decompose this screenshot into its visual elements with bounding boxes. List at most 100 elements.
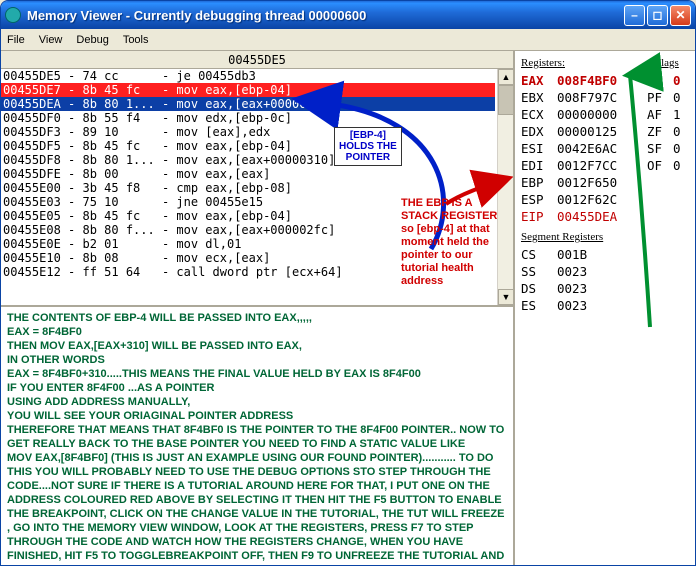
- segment-value: 0023: [557, 280, 647, 297]
- scroll-down-icon[interactable]: ▼: [498, 289, 513, 305]
- register-row: ECX00000000AF1: [521, 106, 695, 123]
- segment-value: 0023: [557, 297, 647, 314]
- register-name: EDI: [521, 157, 557, 174]
- disasm-row[interactable]: 00455DFE - 8b 00 - mov eax,[eax]: [1, 167, 495, 181]
- register-value: 00000000: [557, 106, 647, 123]
- flag-value: 0: [673, 89, 685, 106]
- scroll-thumb[interactable]: [498, 85, 513, 115]
- register-name: EAX: [521, 72, 557, 89]
- register-name: ESP: [521, 191, 557, 208]
- flag-value: 0: [673, 140, 685, 157]
- register-name: EBP: [521, 174, 557, 191]
- flags-header: Flags: [655, 55, 695, 72]
- flag-value: [673, 208, 685, 225]
- disasm-row[interactable]: 00455DEA - 8b 80 1... - mov eax,[eax+000…: [1, 97, 495, 111]
- note-line: THEN MOV EAX,[EAX+310] WILL BE PASSED IN…: [7, 339, 507, 353]
- menu-file[interactable]: File: [7, 34, 25, 46]
- register-value: 0012F7CC: [557, 157, 647, 174]
- register-row: EBP0012F650: [521, 174, 695, 191]
- register-value: 0042E6AC: [557, 140, 647, 157]
- segment-name: DS: [521, 280, 557, 297]
- note-line: IN OTHER WORDS: [7, 353, 507, 367]
- window-title: Memory Viewer - Currently debugging thre…: [27, 8, 624, 23]
- scroll-up-icon[interactable]: ▲: [498, 69, 513, 85]
- register-row: EBX008F797CPF0: [521, 89, 695, 106]
- register-name: EDX: [521, 123, 557, 140]
- disasm-row[interactable]: 00455E12 - ff 51 64 - call dword ptr [ec…: [1, 265, 495, 279]
- disasm-scrollbar[interactable]: ▲ ▼: [497, 69, 513, 305]
- disasm-row[interactable]: 00455DF0 - 8b 55 f4 - mov edx,[ebp-0c]: [1, 111, 495, 125]
- menu-view[interactable]: View: [39, 34, 63, 46]
- register-row: EAX008F4BF0CF0: [521, 72, 695, 89]
- register-value: 0012F62C: [557, 191, 647, 208]
- disasm-row[interactable]: 00455E08 - 8b 80 f... - mov eax,[eax+000…: [1, 223, 495, 237]
- note-line: IF YOU ENTER 8F4F00 ...AS A POINTER: [7, 381, 507, 395]
- disasm-row[interactable]: 00455DE7 - 8b 45 fc - mov eax,[ebp-04]: [1, 83, 495, 97]
- titlebar[interactable]: Memory Viewer - Currently debugging thre…: [1, 1, 695, 29]
- flag-value: 0: [673, 157, 685, 174]
- note-line: EAX = 8F4BF0: [7, 325, 507, 339]
- segment-name: CS: [521, 246, 557, 263]
- app-window: Memory Viewer - Currently debugging thre…: [0, 0, 696, 566]
- menubar: File View Debug Tools: [1, 29, 695, 51]
- note-line: YOU WILL SEE YOUR ORIAGINAL POINTER ADDR…: [7, 409, 507, 423]
- segment-name: SS: [521, 263, 557, 280]
- disasm-row[interactable]: 00455DE5 - 74 cc - je 00455db3: [1, 69, 495, 83]
- segment-registers-header: Segment Registers: [521, 229, 695, 246]
- register-row: EDX00000125ZF0: [521, 123, 695, 140]
- disasm-row[interactable]: 00455E05 - 8b 45 fc - mov eax,[ebp-04]: [1, 209, 495, 223]
- disasm-row[interactable]: 00455E00 - 3b 45 f8 - cmp eax,[ebp-08]: [1, 181, 495, 195]
- flag-value: [673, 174, 685, 191]
- register-value: 008F797C: [557, 89, 647, 106]
- disasm-row[interactable]: 00455E10 - 8b 08 - mov ecx,[eax]: [1, 251, 495, 265]
- disasm-row[interactable]: 00455E0E - b2 01 - mov dl,01: [1, 237, 495, 251]
- minimize-button[interactable]: –: [624, 5, 645, 26]
- address-header: 00455DE5: [1, 51, 513, 69]
- register-value: 00000125: [557, 123, 647, 140]
- register-name: ESI: [521, 140, 557, 157]
- flag-value: [673, 191, 685, 208]
- menu-debug[interactable]: Debug: [76, 34, 108, 46]
- register-value: 00455DEA: [557, 208, 647, 225]
- segment-row: ES0023: [521, 297, 695, 314]
- flag-name: OF: [647, 157, 673, 174]
- maximize-button[interactable]: ◻: [647, 5, 668, 26]
- register-row: ESP0012F62C: [521, 191, 695, 208]
- flag-value: 0: [673, 123, 685, 140]
- disasm-row[interactable]: 00455DF5 - 8b 45 fc - mov eax,[ebp-04]: [1, 139, 495, 153]
- flag-value: 0: [673, 72, 685, 89]
- registers-header: Registers:: [521, 55, 655, 72]
- disasm-row[interactable]: 00455DF8 - 8b 80 1... - mov eax,[eax+000…: [1, 153, 495, 167]
- registers-panel: Registers: Flags EAX008F4BF0CF0EBX008F79…: [515, 51, 695, 565]
- register-value: 0012F650: [557, 174, 647, 191]
- flag-name: [647, 208, 673, 225]
- register-name: EBX: [521, 89, 557, 106]
- flag-name: SF: [647, 140, 673, 157]
- segment-value: 001B: [557, 246, 647, 263]
- flag-name: [647, 191, 673, 208]
- note-line: USING ADD ADDRESS MANUALLY,: [7, 395, 507, 409]
- left-panel: 00455DE5 00455DE5 - 74 cc - je 00455db30…: [1, 51, 515, 565]
- menu-tools[interactable]: Tools: [123, 34, 149, 46]
- close-button[interactable]: ✕: [670, 5, 691, 26]
- flag-name: PF: [647, 89, 673, 106]
- register-row: ESI0042E6ACSF0: [521, 140, 695, 157]
- segment-name: ES: [521, 297, 557, 314]
- register-name: ECX: [521, 106, 557, 123]
- register-value: 008F4BF0: [557, 72, 647, 89]
- note-line: THEREFORE THAT MEANS THAT 8F4BF0 IS THE …: [7, 423, 507, 451]
- notes-pane[interactable]: THE CONTENTS OF EBP-4 WILL BE PASSED INT…: [1, 307, 513, 565]
- segment-row: CS001B: [521, 246, 695, 263]
- note-line: MOV EAX,[8F4BF0] (THIS IS JUST AN EXAMPL…: [7, 451, 507, 565]
- flag-name: CF: [647, 72, 673, 89]
- segment-row: SS0023: [521, 263, 695, 280]
- content: 00455DE5 00455DE5 - 74 cc - je 00455db30…: [1, 51, 695, 565]
- register-name: EIP: [521, 208, 557, 225]
- disasm-row[interactable]: 00455DF3 - 89 10 - mov [eax],edx: [1, 125, 495, 139]
- flag-value: 1: [673, 106, 685, 123]
- disasm-row[interactable]: 00455E03 - 75 10 - jne 00455e15: [1, 195, 495, 209]
- disassembly-pane[interactable]: 00455DE5 - 74 cc - je 00455db300455DE7 -…: [1, 69, 513, 307]
- note-line: THE CONTENTS OF EBP-4 WILL BE PASSED INT…: [7, 311, 507, 325]
- app-icon: [5, 7, 21, 23]
- segment-row: DS0023: [521, 280, 695, 297]
